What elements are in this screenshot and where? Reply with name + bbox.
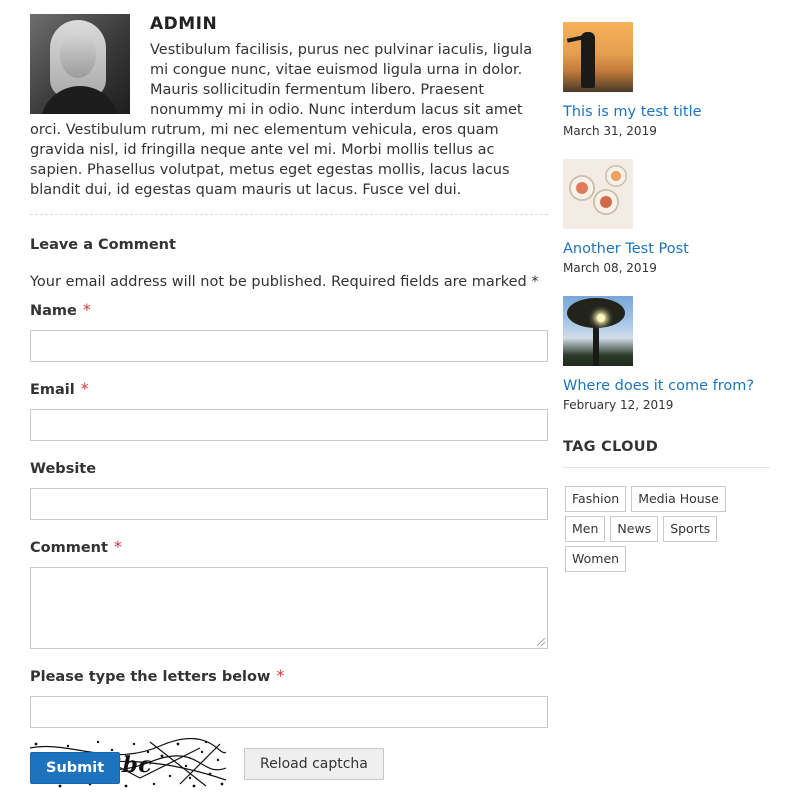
required-notice: Your email address will not be published… bbox=[30, 274, 539, 290]
captcha-label: Please type the letters below bbox=[30, 669, 271, 685]
name-label: Name bbox=[30, 303, 77, 319]
submit-button[interactable]: Submit bbox=[30, 752, 121, 784]
tag-link[interactable]: Men bbox=[565, 516, 606, 542]
tag-link[interactable]: News bbox=[610, 516, 659, 542]
author-avatar bbox=[30, 14, 130, 114]
name-input[interactable] bbox=[30, 330, 548, 362]
post-date: March 31, 2019 bbox=[563, 124, 657, 138]
tag-link[interactable]: Fashion bbox=[565, 486, 627, 512]
recent-post: This is my test title March 31, 2019 bbox=[563, 22, 770, 139]
email-label: Email bbox=[30, 382, 75, 398]
captcha-input[interactable] bbox=[30, 696, 548, 728]
post-thumbnail[interactable] bbox=[563, 159, 633, 229]
post-thumbnail[interactable] bbox=[563, 296, 633, 366]
captcha-required-mark: * bbox=[276, 666, 285, 685]
tag-cloud-heading: TAG CLOUD bbox=[563, 437, 770, 468]
recent-post: Where does it come from? February 12, 20… bbox=[563, 296, 770, 413]
email-input[interactable] bbox=[30, 409, 548, 441]
website-input[interactable] bbox=[30, 488, 548, 520]
comment-required-mark: * bbox=[113, 537, 122, 556]
author-box: ADMIN Vestibulum facilisis, purus nec pu… bbox=[30, 14, 548, 215]
tag-cloud: Fashion Media House Men News Sports Women bbox=[563, 486, 770, 576]
reload-captcha-button[interactable]: Reload captcha bbox=[244, 748, 384, 780]
recent-post: Another Test Post March 08, 2019 bbox=[563, 159, 770, 276]
sidebar: This is my test title March 31, 2019 Ano… bbox=[563, 22, 770, 576]
main-content: ADMIN Vestibulum facilisis, purus nec pu… bbox=[30, 14, 548, 790]
comment-label: Comment bbox=[30, 540, 108, 556]
comment-form: Name * Email * Website Comment * Please typ… bbox=[30, 300, 548, 790]
post-title-link[interactable]: Another Test Post bbox=[563, 240, 770, 258]
tag-link[interactable]: Sports bbox=[663, 516, 718, 542]
post-thumbnail[interactable] bbox=[563, 22, 633, 92]
tag-link[interactable]: Women bbox=[565, 546, 627, 572]
post-title-link[interactable]: Where does it come from? bbox=[563, 377, 770, 395]
resize-grip-icon[interactable] bbox=[537, 638, 545, 646]
post-date: March 08, 2019 bbox=[563, 261, 657, 275]
name-required-mark: * bbox=[82, 300, 91, 319]
post-title-link[interactable]: This is my test title bbox=[563, 103, 770, 121]
post-date: February 12, 2019 bbox=[563, 398, 674, 412]
tag-link[interactable]: Media House bbox=[631, 486, 726, 512]
email-required-mark: * bbox=[80, 379, 89, 398]
comment-form-title: Leave a Comment bbox=[30, 237, 176, 253]
comment-textarea[interactable] bbox=[30, 567, 548, 649]
website-label: Website bbox=[30, 461, 97, 477]
